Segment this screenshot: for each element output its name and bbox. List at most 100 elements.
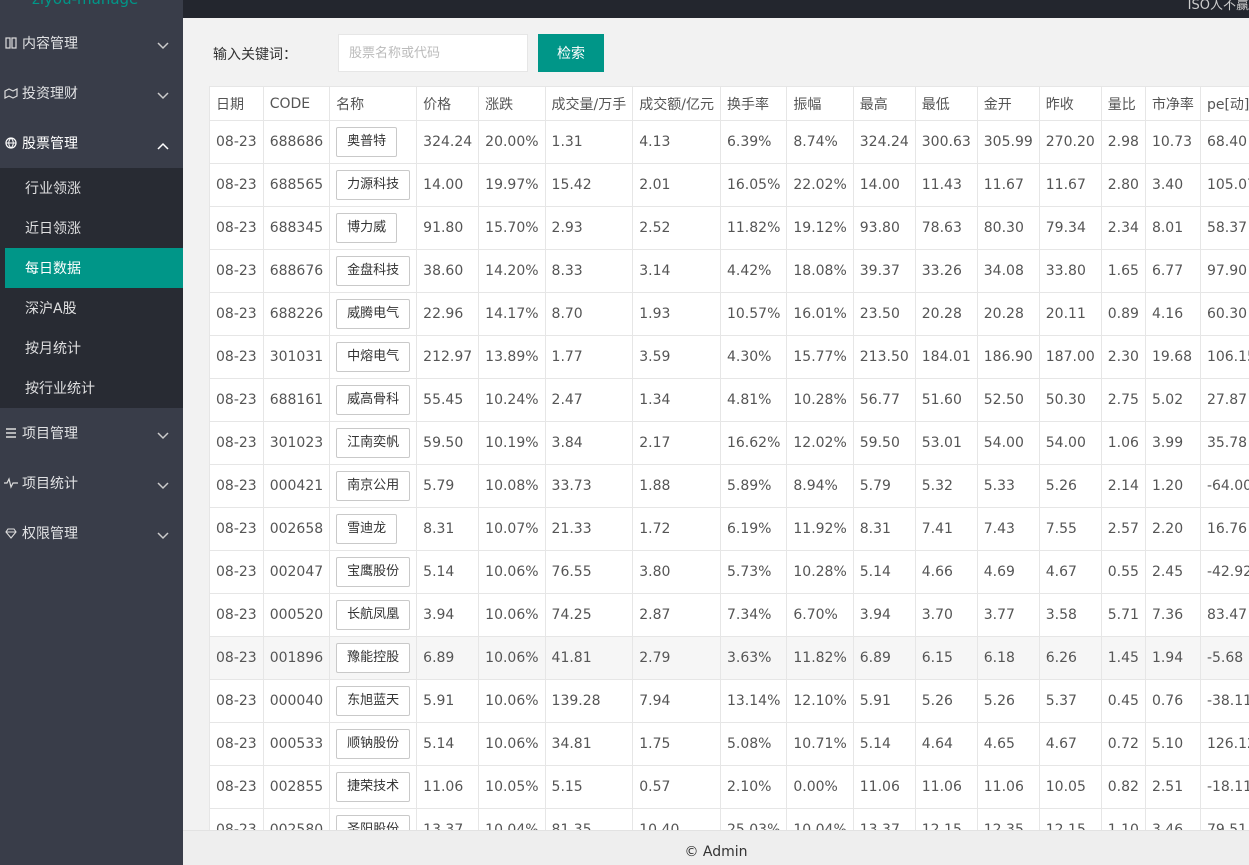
table-cell: 12.10%: [786, 679, 854, 723]
submenu-item-0[interactable]: 行业领涨: [0, 168, 183, 208]
column-header[interactable]: 名称: [329, 86, 418, 121]
table-row[interactable]: 08-23 002658 雪迪龙 8.31 10.07% 21.33 1.72 6.19% 11…: [209, 507, 1249, 551]
table-cell: 奥普特: [329, 120, 418, 164]
table-cell: 139.28: [544, 679, 634, 723]
table-cell: 2.52: [632, 206, 721, 250]
table-row[interactable]: 08-23 301031 中熔电气 212.97 13.89% 1.77 3.59 4.30%…: [209, 335, 1249, 379]
column-header[interactable]: 最高: [852, 86, 916, 121]
stock-name-button[interactable]: 力源科技: [336, 170, 411, 200]
table-cell: 1.77: [544, 335, 634, 379]
sidebar-item-4[interactable]: 项目统计: [0, 458, 183, 508]
table-row[interactable]: 08-23 688161 威高骨科 55.45 10.24% 2.47 1.34 4.81% 1…: [209, 378, 1249, 422]
table-row[interactable]: 08-23 000533 顺钠股份 5.14 10.06% 34.81 1.75 5.08% 1…: [209, 722, 1249, 766]
table-cell: 11.82%: [719, 206, 788, 250]
stock-name-button[interactable]: 圣阳股份: [336, 815, 411, 830]
table-cell: 3.59: [632, 335, 721, 379]
table-cell: 54.00: [1038, 421, 1102, 465]
table-row[interactable]: 08-23 688345 博力威 91.80 15.70% 2.93 2.52 11.82% 1…: [209, 206, 1249, 250]
table-row[interactable]: 08-23 688226 威腾电气 22.96 14.17% 8.70 1.93 10.57%…: [209, 292, 1249, 336]
column-header[interactable]: CODE: [262, 86, 331, 121]
column-header[interactable]: 日期: [209, 86, 264, 121]
stock-name-button[interactable]: 顺钠股份: [336, 729, 411, 759]
table-cell: 2.10%: [719, 765, 788, 809]
stock-name-button[interactable]: 博力威: [336, 213, 398, 243]
stock-name-button[interactable]: 金盘科技: [336, 256, 411, 286]
column-header[interactable]: 最低: [914, 86, 978, 121]
column-header[interactable]: 价格: [416, 86, 480, 121]
table-cell: 中熔电气: [329, 335, 418, 379]
table-cell: 6.26: [1038, 636, 1102, 680]
table-row[interactable]: 08-23 000520 长航凤凰 3.94 10.06% 74.25 2.87 7.34% 6…: [209, 593, 1249, 637]
submenu-item-4[interactable]: 按月统计: [0, 328, 183, 368]
column-header[interactable]: 昨收: [1038, 86, 1102, 121]
table-row[interactable]: 08-23 688686 奥普特 324.24 20.00% 1.31 4.13 6.39% 8…: [209, 120, 1249, 164]
table-row[interactable]: 08-23 002580 圣阳股份 13.37 10.04% 81.35 10.40 25.0…: [209, 808, 1249, 830]
table-cell: 000533: [262, 722, 331, 766]
table-cell: 19.68: [1144, 335, 1201, 379]
user-name[interactable]: ISO人不赢: [1188, 0, 1249, 13]
table-cell: 08-23: [209, 636, 264, 680]
stock-name-button[interactable]: 江南奕帆: [336, 428, 411, 458]
stock-name-button[interactable]: 中熔电气: [336, 342, 411, 372]
table-row[interactable]: 08-23 002855 捷荣技术 11.06 10.05% 5.15 0.57 2.10% 0…: [209, 765, 1249, 809]
submenu-item-2[interactable]: 每日数据: [0, 248, 183, 288]
table-cell: 10.71%: [786, 722, 854, 766]
table-row[interactable]: 08-23 001896 豫能控股 6.89 10.06% 41.81 2.79 3.63% 1…: [209, 636, 1249, 680]
stock-table: 日期 CODE 名称 价格 涨跌 成交量/万手 成交额/亿元 换手率 振幅 最高 最低 金开 昨收 量比市…: [209, 86, 1249, 830]
stock-name-button[interactable]: 南京公用: [336, 471, 411, 501]
table-cell: 126.12: [1199, 722, 1249, 766]
stock-name-button[interactable]: 威腾电气: [336, 299, 411, 329]
table-cell: 7.94: [632, 679, 721, 723]
table-cell: 39.37: [852, 249, 916, 293]
stock-name-button[interactable]: 豫能控股: [336, 643, 411, 673]
submenu-item-5[interactable]: 按行业统计: [0, 368, 183, 408]
table-cell: -64.00: [1199, 464, 1249, 508]
submenu-item-1[interactable]: 近日领涨: [0, 208, 183, 248]
sidebar-item-5[interactable]: 权限管理: [0, 508, 183, 558]
table-cell: 3.94: [416, 593, 480, 637]
column-header[interactable]: 换手率: [719, 86, 788, 121]
table-row[interactable]: 08-23 000421 南京公用 5.79 10.08% 33.73 1.88 5.89% 8…: [209, 464, 1249, 508]
table-row[interactable]: 08-23 301023 江南奕帆 59.50 10.19% 3.84 2.17 16.62%…: [209, 421, 1249, 465]
column-header[interactable]: 市净率: [1144, 86, 1201, 121]
table-header-row: 日期 CODE 名称 价格 涨跌 成交量/万手 成交额/亿元 换手率 振幅 最高 最低 金开 昨收 量比市…: [209, 86, 1249, 121]
column-header[interactable]: 量比: [1100, 86, 1146, 121]
table-cell: 8.01: [1144, 206, 1201, 250]
stock-name-button[interactable]: 东旭蓝天: [336, 686, 411, 716]
stock-name-button[interactable]: 捷荣技术: [336, 772, 411, 802]
stock-name-button[interactable]: 宝鹰股份: [336, 557, 411, 587]
column-header[interactable]: 振幅: [786, 86, 854, 121]
submenu-item-3[interactable]: 深沪A股: [0, 288, 183, 328]
sidebar-item-1[interactable]: 投资理财: [0, 68, 183, 118]
chevron-down-icon: [157, 428, 169, 440]
search-input[interactable]: [338, 34, 528, 72]
table-cell: 5.14: [852, 722, 916, 766]
table-cell: 2.57: [1100, 507, 1146, 551]
table-cell: 5.73%: [719, 550, 788, 594]
chevron-down-icon: [157, 88, 169, 100]
stock-name-button[interactable]: 奥普特: [336, 127, 398, 157]
table-cell: 11.06: [416, 765, 480, 809]
column-header[interactable]: 成交量/万手: [544, 86, 634, 121]
stock-name-button[interactable]: 雪迪龙: [336, 514, 398, 544]
app-logo[interactable]: ziyou-manage: [32, 0, 138, 8]
table-row[interactable]: 08-23 688565 力源科技 14.00 19.97% 15.42 2.01 16.05…: [209, 163, 1249, 207]
table-row[interactable]: 08-23 688676 金盘科技 38.60 14.20% 8.33 3.14 4.42% 1…: [209, 249, 1249, 293]
stock-table-container[interactable]: 日期 CODE 名称 价格 涨跌 成交量/万手 成交额/亿元 换手率 振幅 最高 最低 金开 昨收 量比市…: [209, 86, 1249, 830]
column-header[interactable]: 金开: [976, 86, 1040, 121]
table-row[interactable]: 08-23 000040 东旭蓝天 5.91 10.06% 139.28 7.94 13.14…: [209, 679, 1249, 723]
sidebar-item-2[interactable]: 股票管理: [0, 118, 183, 168]
stock-name-button[interactable]: 威高骨科: [336, 385, 411, 415]
column-header[interactable]: pe[动]: [1199, 86, 1249, 121]
table-row[interactable]: 08-23 002047 宝鹰股份 5.14 10.06% 76.55 3.80 5.73% 1…: [209, 550, 1249, 594]
search-button[interactable]: 检索: [538, 34, 604, 72]
sidebar-item-3[interactable]: 项目管理: [0, 408, 183, 458]
table-cell: 10.04%: [786, 808, 854, 830]
column-header[interactable]: 成交额/亿元: [632, 86, 721, 121]
table-cell: 81.35: [544, 808, 634, 830]
stock-name-button[interactable]: 长航凤凰: [336, 600, 411, 630]
table-cell: 15.42: [544, 163, 634, 207]
sidebar-item-0[interactable]: 内容管理: [0, 18, 183, 68]
column-header[interactable]: 涨跌: [478, 86, 546, 121]
table-cell: 6.70%: [786, 593, 854, 637]
